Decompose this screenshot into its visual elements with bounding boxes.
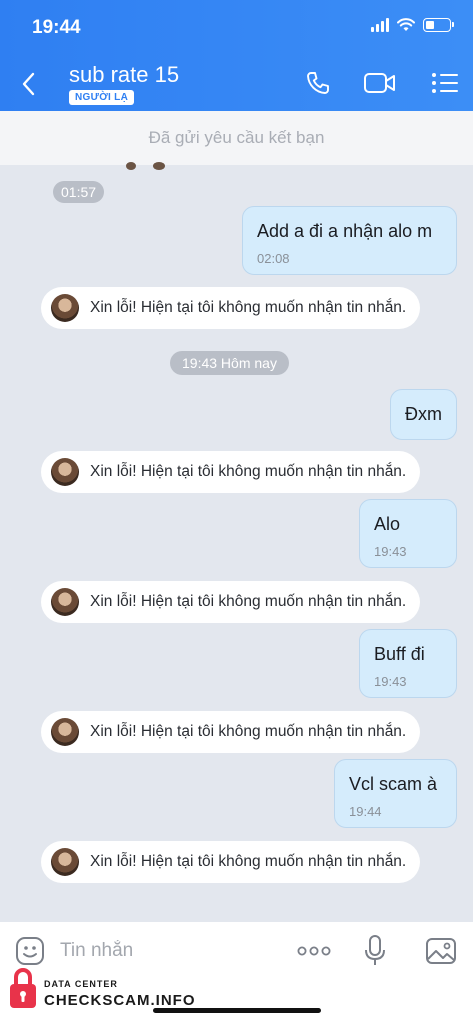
avatar	[51, 588, 79, 616]
voice-message-button[interactable]	[362, 935, 388, 967]
sticker-image	[126, 162, 165, 170]
notice-text: Xin lỗi! Hiện tại tôi không muốn nhận ti…	[90, 593, 407, 610]
outgoing-message[interactable]: Đxm	[390, 389, 457, 440]
back-arrow-icon	[22, 72, 35, 96]
notice-text: Xin lỗi! Hiện tại tôi không muốn nhận ti…	[90, 853, 407, 870]
time-divider: 19:43 Hôm nay	[170, 351, 289, 375]
status-icons	[371, 18, 454, 32]
watermark: DATA CENTER CHECKSCAM.INFO	[4, 966, 204, 1012]
back-button[interactable]	[14, 68, 42, 100]
message-text: Đxm	[405, 404, 442, 424]
avatar	[51, 294, 79, 322]
menu-button[interactable]	[427, 66, 463, 100]
message-time: 19:43	[374, 674, 407, 689]
friend-request-text: Đã gửi yêu cầu kết bạn	[148, 128, 325, 147]
phone-icon	[307, 72, 329, 94]
home-indicator[interactable]	[153, 1008, 321, 1013]
chat-header: 19:44 sub rate 15 NGƯỜI LẠ	[0, 0, 473, 111]
avatar	[51, 848, 79, 876]
message-text: Buff đi	[374, 644, 425, 664]
lock-icon	[10, 968, 36, 1008]
cellular-signal-icon	[371, 18, 389, 32]
status-time: 19:44	[32, 17, 81, 38]
notice-text: Xin lỗi! Hiện tại tôi không muốn nhận ti…	[90, 299, 407, 316]
watermark-title: CHECKSCAM.INFO	[44, 992, 196, 1009]
emoji-icon	[16, 937, 44, 965]
outgoing-message[interactable]: Vcl scam à 19:44	[334, 759, 457, 828]
microphone-icon	[365, 935, 385, 965]
friend-request-bar: Đã gửi yêu cầu kết bạn	[0, 111, 473, 165]
avatar	[51, 718, 79, 746]
avatar	[51, 458, 79, 486]
notice-text: Xin lỗi! Hiện tại tôi không muốn nhận ti…	[90, 723, 407, 740]
outgoing-message[interactable]: Buff đi 19:43	[359, 629, 457, 698]
more-button[interactable]	[296, 935, 332, 967]
battery-icon	[423, 18, 454, 32]
stranger-badge: NGƯỜI LẠ	[69, 90, 135, 105]
chat-title[interactable]: sub rate 15	[69, 62, 179, 88]
watermark-subtitle: DATA CENTER	[44, 979, 118, 989]
menu-list-icon	[432, 73, 458, 93]
voice-call-button[interactable]	[300, 66, 336, 100]
auto-reply-notice: Xin lỗi! Hiện tại tôi không muốn nhận ti…	[41, 841, 421, 883]
notice-text: Xin lỗi! Hiện tại tôi không muốn nhận ti…	[90, 463, 407, 480]
image-button[interactable]	[424, 935, 458, 967]
message-time: 19:43	[374, 544, 407, 559]
message-time: 19:44	[349, 804, 382, 819]
auto-reply-notice: Xin lỗi! Hiện tại tôi không muốn nhận ti…	[41, 451, 421, 493]
video-call-icon	[364, 73, 395, 93]
outgoing-message[interactable]: Add a đi a nhận alo m 02:08	[242, 206, 457, 275]
auto-reply-notice: Xin lỗi! Hiện tại tôi không muốn nhận ti…	[41, 711, 421, 753]
auto-reply-notice: Xin lỗi! Hiện tại tôi không muốn nhận ti…	[41, 287, 421, 329]
message-text: Add a đi a nhận alo m	[257, 221, 433, 241]
message-text: Alo	[374, 514, 401, 534]
video-call-button[interactable]	[362, 66, 398, 100]
message-time: 02:08	[257, 251, 290, 266]
message-input[interactable]	[60, 936, 270, 966]
time-divider: 01:57	[53, 181, 105, 203]
emoji-button[interactable]	[14, 935, 46, 967]
message-text: Vcl scam à	[349, 774, 438, 794]
auto-reply-notice: Xin lỗi! Hiện tại tôi không muốn nhận ti…	[41, 581, 421, 623]
more-icon	[297, 946, 331, 956]
outgoing-message[interactable]: Alo 19:43	[359, 499, 457, 568]
image-icon	[426, 938, 456, 964]
wifi-icon	[397, 18, 415, 31]
